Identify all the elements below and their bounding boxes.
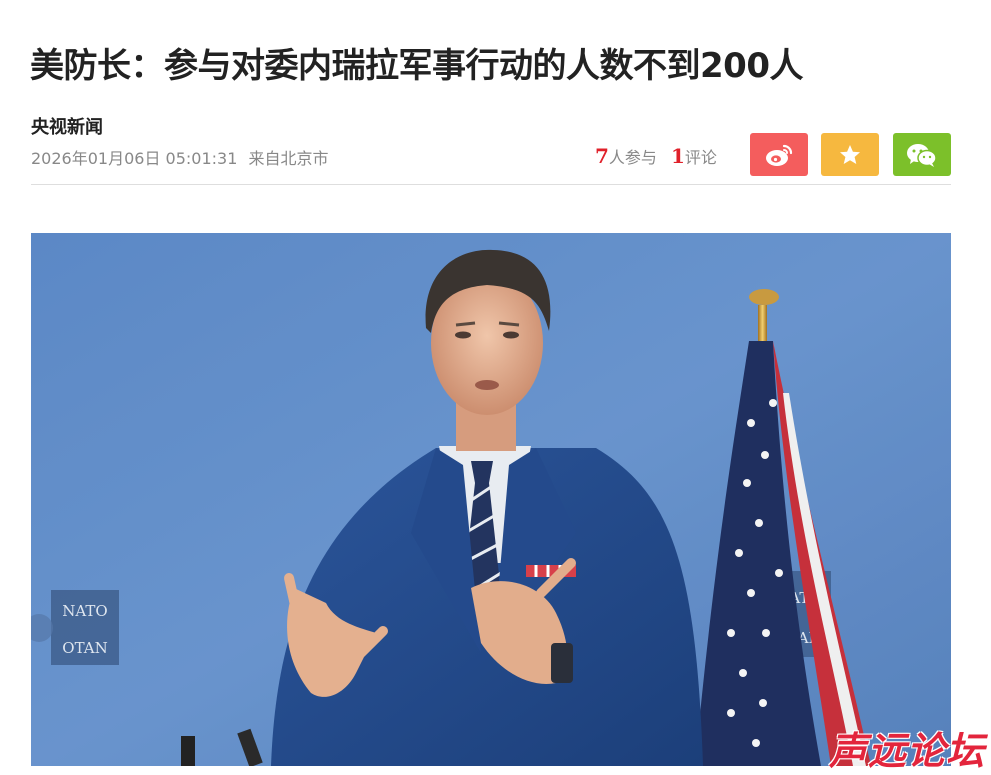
article-source[interactable]: 央视新闻 bbox=[31, 113, 103, 139]
wechat-icon bbox=[907, 143, 937, 167]
sign-text: OTAN bbox=[62, 639, 107, 657]
article-photo[interactable]: NATO OTAN NATO OTAN bbox=[31, 233, 951, 766]
comments-count[interactable]: 1 bbox=[671, 144, 685, 168]
article-title: 美防长：参与对委内瑞拉军事行动的人数不到200人 bbox=[30, 46, 803, 86]
publish-location: 来自北京市 bbox=[248, 149, 329, 168]
favorite-button[interactable] bbox=[821, 133, 879, 176]
article-meta: 2026年01月06日 05:01:31 来自北京市 bbox=[31, 145, 329, 169]
participants-label[interactable]: 人参与 bbox=[609, 148, 657, 167]
header-divider bbox=[31, 184, 951, 185]
weibo-icon bbox=[766, 144, 793, 166]
share-wechat-button[interactable] bbox=[893, 133, 951, 176]
comments-label[interactable]: 评论 bbox=[685, 148, 717, 167]
participants-count[interactable]: 7 bbox=[595, 144, 609, 168]
publish-time: 2026年01月06日 05:01:31 bbox=[31, 149, 238, 168]
site-watermark: 声远论坛 bbox=[828, 729, 985, 773]
flag-finial bbox=[749, 289, 779, 305]
article-stats: 7人参与 1评论 bbox=[595, 144, 717, 168]
share-weibo-button[interactable] bbox=[750, 133, 808, 176]
sign-text: NATO bbox=[62, 602, 107, 620]
star-icon bbox=[840, 144, 860, 164]
